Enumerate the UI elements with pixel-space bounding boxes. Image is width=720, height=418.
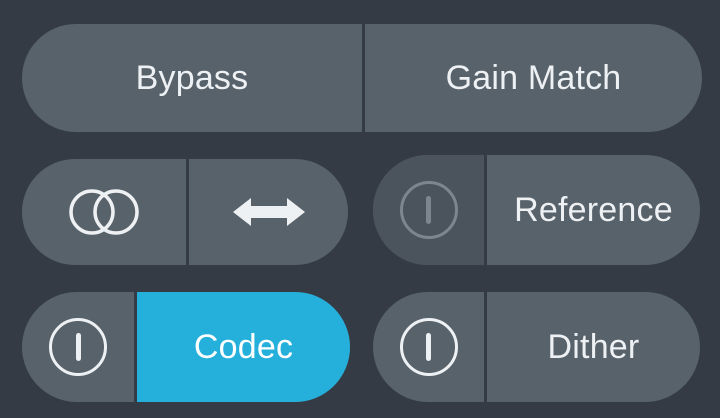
swap-button[interactable] xyxy=(186,159,348,265)
power-icon xyxy=(49,318,107,376)
dither-power-button[interactable] xyxy=(373,292,484,402)
left-right-arrow-icon xyxy=(232,198,305,226)
reference-button[interactable]: Reference xyxy=(484,155,700,265)
bypass-label: Bypass xyxy=(135,58,249,97)
dither-toggle: Dither xyxy=(373,292,700,402)
dither-label: Dither xyxy=(547,327,640,366)
codec-toggle: Codec xyxy=(22,292,350,402)
power-icon xyxy=(399,318,458,376)
top-toggle-group: Bypass Gain Match xyxy=(22,24,702,132)
overlap-circles-icon xyxy=(69,189,139,235)
reference-toggle: Reference xyxy=(373,155,700,265)
codec-label: Codec xyxy=(193,327,294,366)
dither-button[interactable]: Dither xyxy=(484,292,700,402)
codec-power-button[interactable] xyxy=(22,292,134,402)
reference-label: Reference xyxy=(514,190,673,229)
overlap-button[interactable] xyxy=(22,159,186,265)
gain-match-label: Gain Match xyxy=(445,58,622,97)
codec-button[interactable]: Codec xyxy=(134,292,350,402)
gain-match-button[interactable]: Gain Match xyxy=(362,24,702,132)
bypass-button[interactable]: Bypass xyxy=(22,24,362,132)
mode-toggle-group xyxy=(22,159,348,265)
power-icon xyxy=(399,181,458,239)
reference-power-button[interactable] xyxy=(373,155,484,265)
